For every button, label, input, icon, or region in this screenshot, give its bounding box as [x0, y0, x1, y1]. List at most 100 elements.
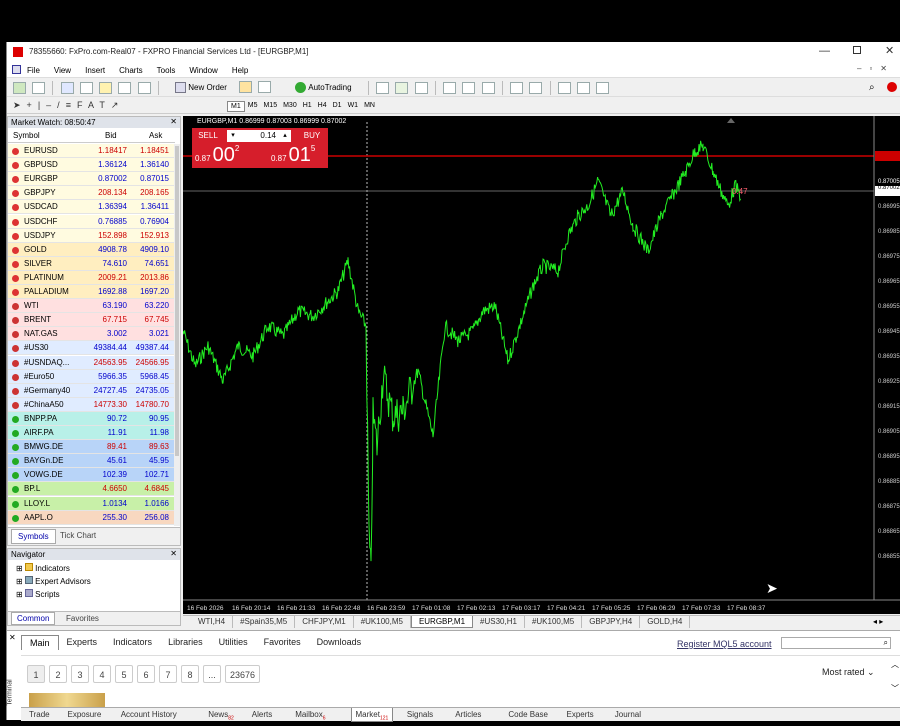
bar-chart-icon[interactable] [376, 82, 390, 94]
market-watch-row[interactable]: USDJPY 152.898 152.913 [8, 228, 175, 243]
market-watch-row[interactable]: #US30 49384.44 49387.44 [8, 341, 175, 356]
market-watch-row[interactable]: BRENT 67.715 67.745 [8, 313, 175, 328]
market-watch-row[interactable]: #Euro50 5966.35 5968.45 [8, 369, 175, 384]
scroll-down-icon[interactable]: ﹀ [891, 683, 899, 694]
minimize-button[interactable]: — [819, 45, 830, 57]
metaquotes-icon[interactable] [258, 81, 272, 93]
market-watch-row[interactable]: #ChinaA50 14773.30 14780.70 [8, 397, 175, 412]
market-watch-row[interactable]: PALLADIUM 1692.88 1697.20 [8, 285, 175, 300]
crosshair-icon[interactable]: + [27, 100, 38, 110]
chart-tab[interactable]: #UK100,M5 [354, 616, 411, 628]
tab-favorites-nav[interactable]: Favorites [66, 614, 99, 623]
vline-icon[interactable]: | [38, 100, 46, 110]
chart-shift-icon[interactable] [529, 82, 543, 94]
zoom-out-icon[interactable] [462, 82, 476, 94]
buy-price[interactable]: 0.87 015 [271, 144, 315, 167]
chart-tab[interactable]: GBPJPY,H4 [582, 616, 641, 628]
market-watch-row[interactable]: GBPUSD 1.36124 1.36140 [8, 158, 175, 173]
autotrading-button[interactable]: AutoTrading [295, 82, 352, 93]
timeframe-h1[interactable]: H1 [300, 101, 315, 112]
trendline-icon[interactable]: / [57, 100, 66, 110]
menu-insert[interactable]: Insert [85, 66, 105, 75]
market-watch-row[interactable]: AIRF.PA 11.91 11.98 [8, 426, 175, 441]
price-chart[interactable]: 0.870250.870050.870020.869950.869850.869… [183, 116, 900, 614]
page-button[interactable]: 8 [181, 665, 199, 683]
sell-button[interactable]: SELL [192, 130, 224, 142]
chart-tabs-scroll[interactable]: ◂ ▸ [873, 617, 883, 626]
autoscroll-icon[interactable] [510, 82, 524, 94]
page-button[interactable]: 5 [115, 665, 133, 683]
menu-file[interactable]: File [27, 66, 40, 75]
zoom-in-icon[interactable] [443, 82, 457, 94]
timeframe-mn[interactable]: MN [361, 101, 378, 112]
sell-price[interactable]: 0.87 002 [195, 144, 239, 167]
page-button[interactable]: 2 [49, 665, 67, 683]
sort-dropdown[interactable]: Most rated ⌄ [822, 667, 875, 678]
market-watch-row[interactable]: BMWG.DE 89.41 89.63 [8, 440, 175, 455]
search-icon[interactable]: ⌕ [869, 82, 875, 93]
arrow-icon[interactable]: ↗ [111, 100, 125, 110]
market-watch-row[interactable]: VOWG.DE 102.39 102.71 [8, 468, 175, 483]
tile-windows-icon[interactable] [481, 82, 495, 94]
market-watch-row[interactable]: BP.L 4.6650 4.6845 [8, 482, 175, 497]
nav-item-indicators[interactable]: ⊞ Indicators [16, 563, 70, 573]
market-watch-row[interactable]: NAT.GAS 3.002 3.021 [8, 327, 175, 342]
market-watch-row[interactable]: WTI 63.190 63.220 [8, 299, 175, 314]
tab-common[interactable]: Common [11, 612, 56, 625]
market-tab-indicators[interactable]: Indicators [105, 635, 160, 650]
market-tab-main[interactable]: Main [21, 635, 59, 650]
market-watch-row[interactable]: USDCHF 0.76885 0.76904 [8, 214, 175, 229]
terminal-close-icon[interactable]: ✕ [9, 633, 16, 642]
market-watch-row[interactable]: EURGBP 0.87002 0.87015 [8, 172, 175, 187]
menu-view[interactable]: View [54, 66, 71, 75]
market-watch-row[interactable]: PLATINUM 2009.21 2013.86 [8, 270, 175, 285]
nav-item-scripts[interactable]: ⊞ Scripts [16, 589, 60, 599]
new-order-button[interactable]: New Order [175, 82, 227, 93]
page-button[interactable]: 3 [71, 665, 89, 683]
market-tab-utilities[interactable]: Utilities [211, 635, 256, 650]
maximize-button[interactable] [853, 46, 861, 54]
menu-window[interactable]: Window [189, 66, 217, 75]
shift-marker[interactable] [727, 118, 735, 123]
templates-icon[interactable] [596, 82, 610, 94]
timeframe-m15[interactable]: M15 [260, 101, 280, 112]
col-symbol[interactable]: Symbol [13, 129, 40, 143]
chart-tab[interactable]: GOLD,H4 [640, 616, 691, 628]
market-tab-libraries[interactable]: Libraries [160, 635, 211, 650]
buy-button[interactable]: BUY [296, 130, 328, 142]
menu-charts[interactable]: Charts [119, 66, 143, 75]
chart-tab[interactable]: #Spain35,M5 [233, 616, 296, 628]
tester-icon[interactable] [137, 82, 151, 94]
metaeditor-icon[interactable] [239, 81, 252, 93]
market-watch-row[interactable]: USDCAD 1.36394 1.36411 [8, 200, 175, 215]
market-tab-favorites[interactable]: Favorites [256, 635, 309, 650]
market-watch-row[interactable]: GOLD 4908.78 4909.10 [8, 242, 175, 257]
chart-tab[interactable]: #US30,H1 [473, 616, 525, 628]
notification-icon[interactable] [887, 82, 897, 92]
market-watch-row[interactable]: EURUSD 1.18417 1.18451 [8, 144, 175, 159]
market-watch-row[interactable]: #USNDAQ... 24563.95 24566.95 [8, 355, 175, 370]
fibo-icon[interactable]: F [77, 100, 88, 110]
page-button[interactable]: 4 [93, 665, 111, 683]
timeframe-m1[interactable]: M1 [227, 101, 245, 112]
page-button[interactable]: 23676 [225, 665, 261, 683]
chart-tab[interactable]: CHFJPY,M1 [295, 616, 354, 628]
timeframe-w1[interactable]: W1 [345, 101, 362, 112]
market-watch-row[interactable]: LLOY.L 1.0134 1.0166 [8, 496, 175, 511]
market-tab-experts[interactable]: Experts [59, 635, 106, 650]
line-chart-icon[interactable] [414, 82, 428, 94]
timeframe-m30[interactable]: M30 [280, 101, 300, 112]
chart-window[interactable]: 0.870250.870050.870020.869950.869850.869… [183, 116, 900, 614]
col-bid[interactable]: Bid [105, 129, 117, 143]
candlestick-icon[interactable] [395, 82, 409, 94]
channel-icon[interactable]: ≡ [66, 100, 77, 110]
lot-decrease-button[interactable]: ▾ [227, 130, 239, 142]
market-search-input[interactable]: ⌕ [781, 637, 891, 649]
menu-tools[interactable]: Tools [157, 66, 176, 75]
page-button[interactable]: ... [203, 665, 221, 683]
tab-symbols[interactable]: Symbols [11, 529, 56, 544]
navigator-icon[interactable] [99, 82, 113, 94]
tab-tick-chart[interactable]: Tick Chart [60, 531, 96, 540]
chart-tab[interactable]: EURGBP,M1 [410, 616, 474, 628]
market-tab-downloads[interactable]: Downloads [309, 635, 370, 650]
